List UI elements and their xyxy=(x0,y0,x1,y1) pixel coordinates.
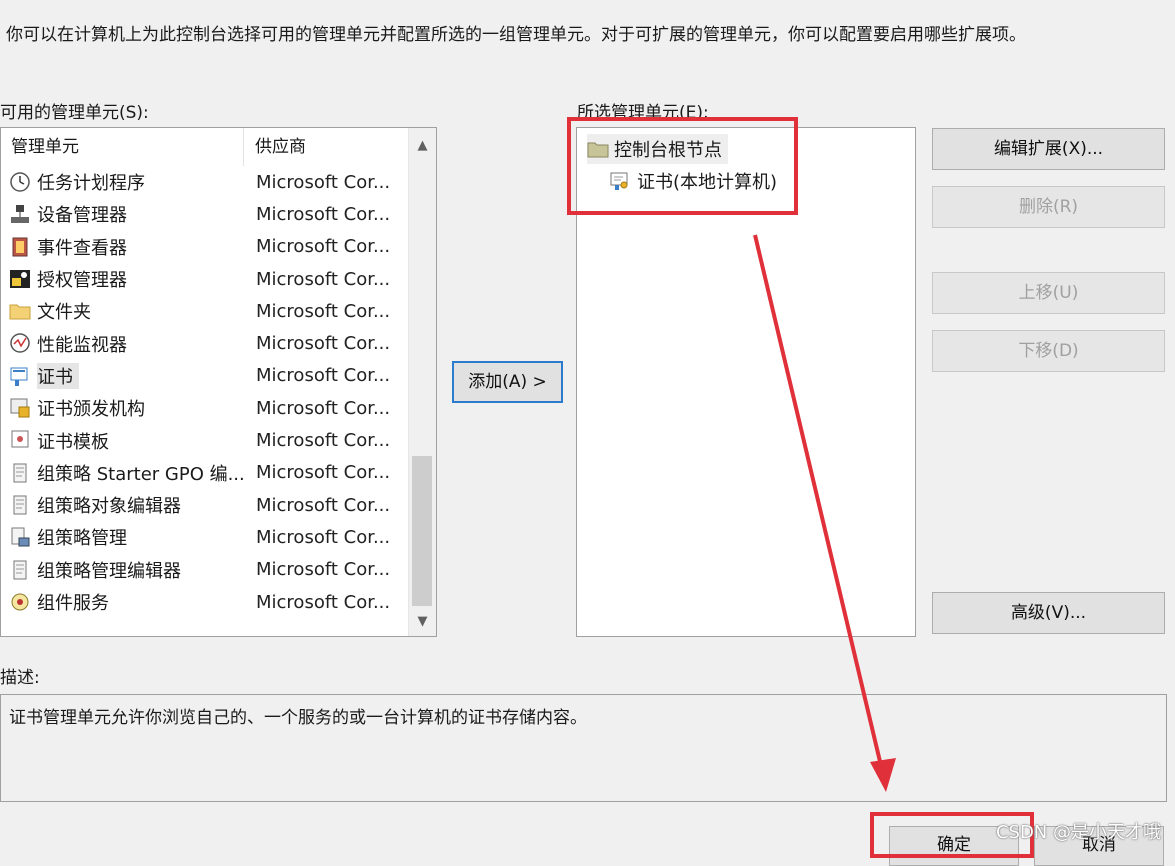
list-item-name: 设备管理器 xyxy=(37,205,127,227)
column-header-vendor[interactable]: 供应商 xyxy=(245,128,409,166)
list-item-name: 组件服务 xyxy=(37,593,109,614)
device-manager-icon xyxy=(9,203,31,225)
performance-icon xyxy=(9,332,31,354)
description-box: 证书管理单元允许你浏览自己的、一个服务的或一台计算机的证书存储内容。 xyxy=(0,694,1167,802)
column-header-snapin[interactable]: 管理单元 xyxy=(1,128,244,166)
clock-icon xyxy=(9,171,31,193)
list-item[interactable]: 组策略对象编辑器 Microsoft Cor... xyxy=(1,489,409,521)
intro-text: 你可以在计算机上为此控制台选择可用的管理单元并配置所选的一组管理单元。对于可扩展… xyxy=(6,25,1026,45)
available-snapins-list[interactable]: 管理单元 供应商 任务计划程序 Microsoft Cor... 设备管理器 Micr… xyxy=(0,127,437,637)
list-item-vendor: Microsoft Cor... xyxy=(256,300,391,322)
cert-template-icon xyxy=(9,429,31,451)
list-item-vendor: Microsoft Cor... xyxy=(256,171,391,193)
list-item[interactable]: 组策略管理编辑器 Microsoft Cor... xyxy=(1,554,409,586)
folder-icon xyxy=(9,300,31,322)
scrollbar-thumb[interactable] xyxy=(412,456,432,606)
watermark: CSDN @是小天才哦 xyxy=(995,822,1161,843)
list-item[interactable]: 事件查看器 Microsoft Cor... xyxy=(1,231,409,263)
list-item-name: 证书颁发机构 xyxy=(37,399,145,421)
list-item-name: 事件查看器 xyxy=(37,237,127,259)
policy-manage-icon xyxy=(9,526,31,548)
edit-extensions-button[interactable]: 编辑扩展(X)... xyxy=(932,128,1165,170)
list-item-name: 任务计划程序 xyxy=(37,173,145,195)
list-item[interactable]: 授权管理器 Microsoft Cor... xyxy=(1,263,409,295)
cert-authority-icon xyxy=(9,397,31,419)
list-item-vendor: Microsoft Cor... xyxy=(256,494,391,516)
list-item-vendor: Microsoft Cor... xyxy=(256,365,391,387)
policy-icon xyxy=(9,462,31,484)
event-viewer-icon xyxy=(9,236,31,258)
list-item-vendor: Microsoft Cor... xyxy=(256,559,391,581)
list-item-name: 组策略管理编辑器 xyxy=(37,560,181,582)
annotation-highlight-selected xyxy=(567,117,798,215)
list-item-name: 组策略管理 xyxy=(37,528,127,550)
list-scrollbar[interactable]: ▲ ▼ xyxy=(408,128,436,636)
list-item-name: 性能监视器 xyxy=(37,334,127,356)
advanced-button[interactable]: 高级(V)... xyxy=(932,592,1165,634)
description-label: 描述: xyxy=(0,668,40,688)
component-services-icon xyxy=(9,591,31,613)
certificate-icon xyxy=(9,365,31,387)
list-item[interactable]: 组策略管理 Microsoft Cor... xyxy=(1,521,409,553)
policy-icon xyxy=(9,494,31,516)
policy-icon xyxy=(9,559,31,581)
list-item[interactable]: 任务计划程序 Microsoft Cor... xyxy=(1,166,409,198)
list-item-vendor: Microsoft Cor... xyxy=(256,236,391,258)
list-item-name: 授权管理器 xyxy=(37,270,127,292)
list-item-name: 组策略对象编辑器 xyxy=(37,496,181,518)
list-item-vendor: Microsoft Cor... xyxy=(256,462,391,484)
move-up-button[interactable]: 上移(U) xyxy=(932,272,1165,314)
list-item-vendor: Microsoft Cor... xyxy=(256,268,391,290)
list-item-name: 文件夹 xyxy=(37,302,91,324)
chevron-up-icon[interactable]: ▲ xyxy=(409,132,436,160)
list-item-vendor: Microsoft Cor... xyxy=(256,397,391,419)
list-item[interactable]: 组件服务 Microsoft Cor... xyxy=(1,586,409,618)
move-down-button[interactable]: 下移(D) xyxy=(932,330,1165,372)
list-item[interactable]: 性能监视器 Microsoft Cor... xyxy=(1,327,409,359)
list-item[interactable]: 证书颁发机构 Microsoft Cor... xyxy=(1,392,409,424)
chevron-down-icon[interactable]: ▼ xyxy=(409,608,436,636)
list-item-vendor: Microsoft Cor... xyxy=(256,591,391,613)
list-item[interactable]: 组策略 Starter GPO 编... Microsoft Cor... xyxy=(1,457,409,489)
list-item[interactable]: 设备管理器 Microsoft Cor... xyxy=(1,198,409,230)
list-item-name: 证书 xyxy=(37,362,79,389)
list-item-name: 组策略 Starter GPO 编... xyxy=(37,463,244,485)
list-item[interactable]: 文件夹 Microsoft Cor... xyxy=(1,295,409,327)
list-item-vendor: Microsoft Cor... xyxy=(256,203,391,225)
add-button[interactable]: 添加(A) > xyxy=(452,361,563,403)
available-snapins-label: 可用的管理单元(S): xyxy=(0,103,149,123)
list-item[interactable]: 证书模板 Microsoft Cor... xyxy=(1,424,409,456)
list-item-vendor: Microsoft Cor... xyxy=(256,526,391,548)
list-item-vendor: Microsoft Cor... xyxy=(256,430,391,452)
authorization-icon xyxy=(9,268,31,290)
list-item-vendor: Microsoft Cor... xyxy=(256,333,391,355)
list-item[interactable]: 证书 Microsoft Cor... xyxy=(1,360,409,392)
remove-button[interactable]: 删除(R) xyxy=(932,186,1165,228)
list-item-name: 证书模板 xyxy=(37,431,109,453)
